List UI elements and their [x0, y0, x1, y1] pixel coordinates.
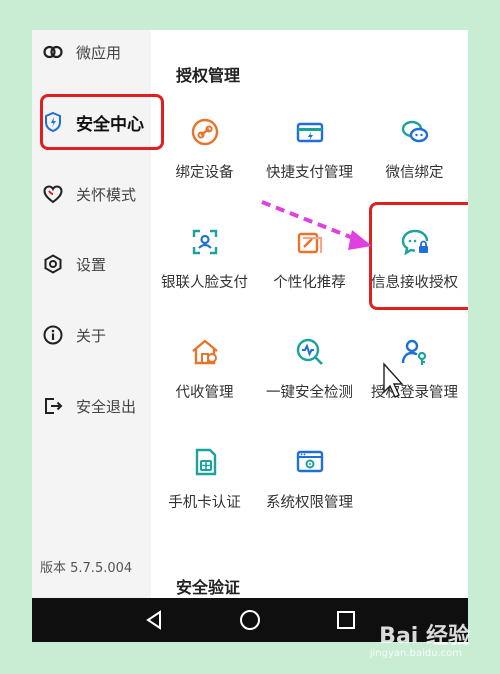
personalized-item[interactable]: 个性化推荐	[257, 226, 362, 296]
quick-pay-label: 快捷支付管理	[266, 165, 353, 181]
section-title-authorization: 授权管理	[176, 66, 241, 85]
security-scan-icon	[294, 336, 326, 368]
sidebar-item-label: 微应用	[76, 43, 122, 62]
wechat-icon	[399, 116, 431, 148]
unionpay-face-label: 银联人脸支付	[161, 275, 248, 291]
section-title-verification: 安全验证	[176, 578, 241, 597]
collection-house-icon	[189, 336, 221, 368]
app-version: 版本 5.7.5.004	[40, 561, 133, 576]
main-panel: 授权管理 绑定设备 快捷支付管理 微信绑定 银联人脸支付 个性化推荐 信息接收授…	[151, 30, 468, 598]
exit-icon	[42, 395, 64, 417]
back-icon[interactable]	[142, 608, 166, 632]
bind-device-label: 绑定设备	[175, 165, 234, 181]
sidebar-item-about[interactable]: 关于	[32, 315, 151, 355]
highlight-message-auth	[369, 202, 468, 310]
quick-pay-card-icon	[294, 116, 326, 148]
unionpay-face-item[interactable]: 银联人脸支付	[152, 226, 257, 296]
device-link-icon	[189, 116, 221, 148]
wechat-bind-item[interactable]: 微信绑定	[362, 116, 467, 186]
system-settings-icon	[294, 446, 326, 478]
collection-manage-label: 代收管理	[175, 385, 234, 401]
system-permission-label: 系统权限管理	[266, 495, 353, 511]
sidebar-item-label: 关于	[76, 326, 107, 345]
login-auth-item[interactable]: 授权登录管理	[362, 336, 467, 406]
info-icon	[42, 324, 64, 346]
security-check-item[interactable]: 一键安全检测	[257, 336, 362, 406]
hexagon-gear-icon	[42, 253, 64, 275]
wechat-bind-label: 微信绑定	[385, 165, 444, 181]
sidebar-item-settings[interactable]: 设置	[32, 244, 151, 284]
sidebar-item-micro-apps[interactable]: 微应用	[32, 32, 151, 72]
system-permission-item[interactable]: 系统权限管理	[257, 446, 362, 516]
highlight-security-center	[40, 94, 164, 150]
security-check-label: 一键安全检测	[266, 385, 353, 401]
recents-icon[interactable]	[334, 608, 358, 632]
sidebar-item-logout[interactable]: 安全退出	[32, 386, 151, 426]
watermark-brand: Bai 经验	[379, 624, 470, 649]
collection-manage-item[interactable]: 代收管理	[152, 336, 257, 406]
sidebar-item-label: 设置	[76, 255, 107, 274]
personalized-label: 个性化推荐	[273, 275, 346, 291]
sim-card-icon	[189, 446, 221, 478]
login-auth-label: 授权登录管理	[371, 385, 458, 401]
sim-card-auth-label: 手机卡认证	[168, 495, 241, 511]
watermark-url: jingyan.baidu.com	[369, 648, 462, 659]
bind-device-item[interactable]: 绑定设备	[152, 116, 257, 186]
link-rings-icon	[42, 41, 64, 63]
sidebar-item-label: 关怀模式	[76, 185, 137, 204]
personalize-icon	[294, 226, 326, 258]
heart-icon	[42, 183, 64, 205]
home-icon[interactable]	[238, 608, 262, 632]
sidebar-item-care-mode[interactable]: 关怀模式	[32, 174, 151, 214]
sidebar-item-label: 安全退出	[76, 397, 137, 416]
user-key-icon	[399, 336, 431, 368]
face-scan-icon	[189, 226, 221, 258]
phone-screen: 微应用 安全中心 关怀模式 设置 关于 安全退出 版本 5.7.5.004 授权…	[32, 30, 468, 642]
quick-pay-item[interactable]: 快捷支付管理	[257, 116, 362, 186]
sim-card-auth-item[interactable]: 手机卡认证	[152, 446, 257, 516]
